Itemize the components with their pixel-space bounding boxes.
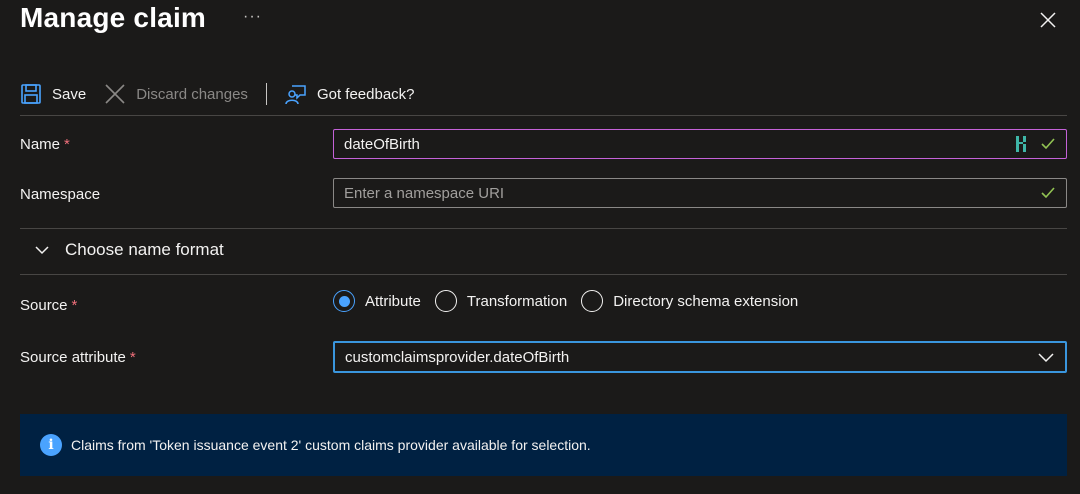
- info-icon: i: [40, 434, 62, 456]
- close-icon: [1040, 12, 1056, 28]
- name-label-text: Name: [20, 136, 61, 153]
- section-separator: [20, 274, 1067, 275]
- source-attribute-value: customclaimsprovider.dateOfBirth: [345, 348, 570, 366]
- name-label: Name *: [20, 136, 70, 153]
- discard-icon: [104, 83, 126, 105]
- chevron-down-icon: [1038, 353, 1054, 363]
- check-icon: [1041, 138, 1055, 150]
- save-label: Save: [52, 85, 87, 103]
- namespace-placeholder: Enter a namespace URI: [344, 184, 505, 202]
- radio-circle: [581, 290, 604, 312]
- save-button[interactable]: Save: [20, 83, 86, 105]
- check-icon: [1041, 187, 1055, 199]
- name-format-label: Choose name format: [65, 240, 224, 259]
- chevron-down-icon: [35, 246, 49, 255]
- toolbar-separator: [20, 115, 1067, 116]
- toolbar-divider: [265, 83, 267, 105]
- name-format-expander[interactable]: Choose name format: [34, 240, 224, 260]
- name-input[interactable]: dateOfBirth: [333, 129, 1067, 159]
- password-manager-icon[interactable]: [1014, 135, 1030, 153]
- discard-label: Discard changes: [136, 85, 248, 103]
- section-separator: [20, 228, 1067, 229]
- source-attribute-label-text: Source attribute: [20, 349, 126, 366]
- radio-label: Attribute: [365, 292, 421, 310]
- namespace-input[interactable]: Enter a namespace URI: [333, 178, 1067, 208]
- radio-circle: [333, 290, 355, 312]
- namespace-label: Namespace: [20, 186, 101, 203]
- discard-changes-button[interactable]: Discard changes: [104, 83, 248, 105]
- feedback-icon: [285, 83, 307, 105]
- source-option-directory-schema-extension[interactable]: Directory schema extension: [581, 290, 798, 312]
- source-attribute-label: Source attribute *: [20, 349, 136, 366]
- radio-label: Transformation: [466, 292, 568, 310]
- close-button[interactable]: [1036, 8, 1060, 32]
- info-banner-text: Claims from 'Token issuance event 2' cus…: [71, 437, 591, 453]
- source-attribute-dropdown[interactable]: customclaimsprovider.dateOfBirth: [333, 341, 1067, 373]
- info-banner: i Claims from 'Token issuance event 2' c…: [20, 414, 1067, 476]
- radio-circle: [434, 290, 457, 312]
- name-input-value: dateOfBirth: [344, 135, 420, 153]
- required-mark: *: [129, 349, 136, 366]
- feedback-button[interactable]: Got feedback?: [285, 83, 415, 105]
- radio-label: Directory schema extension: [613, 292, 799, 310]
- source-label-text: Source: [20, 297, 68, 314]
- page-title: Manage claim: [20, 2, 207, 33]
- source-option-transformation[interactable]: Transformation: [434, 290, 568, 312]
- source-radio-group: Attribute Transformation Directory schem…: [333, 290, 812, 312]
- command-bar: Save Discard changes Got feedback?: [20, 78, 415, 110]
- more-options-button[interactable]: ···: [243, 8, 262, 26]
- source-label: Source *: [20, 297, 77, 314]
- save-icon: [20, 83, 42, 105]
- source-option-attribute[interactable]: Attribute: [333, 290, 421, 312]
- required-mark: *: [64, 136, 70, 153]
- feedback-label: Got feedback?: [316, 85, 415, 103]
- required-mark: *: [71, 297, 78, 314]
